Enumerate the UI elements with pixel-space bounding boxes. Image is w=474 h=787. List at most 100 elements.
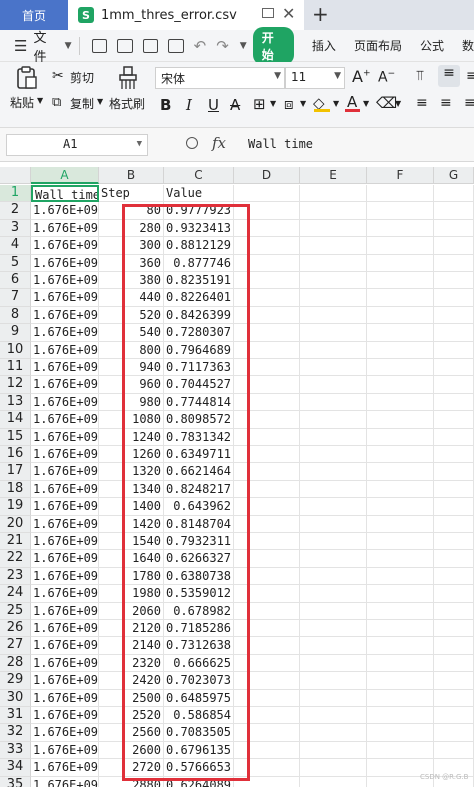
column-header-c[interactable]: C bbox=[164, 167, 234, 184]
cell-empty[interactable] bbox=[367, 672, 434, 690]
cell-empty[interactable] bbox=[434, 219, 474, 238]
cell-empty[interactable] bbox=[234, 272, 300, 290]
cell-empty[interactable] bbox=[434, 515, 474, 533]
cell-a[interactable]: 1.676E+09 bbox=[31, 480, 99, 499]
cell-empty[interactable] bbox=[234, 672, 300, 690]
cell-c[interactable]: 0.6621464 bbox=[164, 463, 234, 481]
cell-c[interactable]: 0.7280307 bbox=[164, 324, 234, 342]
cell-c[interactable]: 0.6485975 bbox=[164, 689, 234, 707]
cell-c[interactable]: 0.6264089 bbox=[164, 776, 234, 787]
tab-csv-file[interactable]: S 1mm_thres_error.csv ✕ bbox=[68, 0, 304, 30]
row-header[interactable]: 14 bbox=[0, 411, 31, 429]
chevron-down-icon[interactable]: ▼ bbox=[65, 41, 72, 51]
borders-icon[interactable]: ⊞ bbox=[253, 95, 266, 113]
cell-empty[interactable] bbox=[234, 376, 300, 394]
cell-empty[interactable] bbox=[300, 185, 367, 203]
cell-b[interactable]: 360 bbox=[99, 254, 164, 272]
cell-c[interactable]: 0.9323413 bbox=[164, 219, 234, 238]
column-header-b[interactable]: B bbox=[99, 167, 164, 184]
cell-empty[interactable] bbox=[300, 272, 367, 290]
cell-empty[interactable] bbox=[300, 376, 367, 394]
cell-empty[interactable] bbox=[367, 550, 434, 568]
cell-c[interactable]: 0.7312638 bbox=[164, 637, 234, 655]
cell-b[interactable]: 2140 bbox=[99, 637, 164, 655]
cell-empty[interactable] bbox=[434, 654, 474, 673]
cell-c[interactable]: 0.8248217 bbox=[164, 480, 234, 499]
cell-empty[interactable] bbox=[367, 359, 434, 377]
cell-b[interactable]: 1340 bbox=[99, 480, 164, 499]
cell-empty[interactable] bbox=[234, 776, 300, 787]
copy-dropdown-icon[interactable]: ▼ bbox=[97, 97, 103, 106]
cell-a[interactable]: 1.676E+09 bbox=[31, 428, 99, 446]
quick-access-more-icon[interactable]: ▼ bbox=[240, 41, 247, 51]
paste-icon[interactable] bbox=[16, 66, 38, 90]
chevron-down-icon[interactable]: ▼ bbox=[395, 99, 401, 108]
row-header[interactable]: 27 bbox=[0, 637, 31, 655]
cell-empty[interactable] bbox=[367, 341, 434, 359]
cell-empty[interactable] bbox=[434, 254, 474, 272]
cell-empty[interactable] bbox=[234, 237, 300, 255]
chevron-down-icon[interactable]: ▼ bbox=[270, 99, 276, 108]
cell-b[interactable]: 2880 bbox=[99, 776, 164, 787]
cell-b[interactable]: 980 bbox=[99, 393, 164, 412]
row-header[interactable]: 33 bbox=[0, 741, 31, 760]
row-header[interactable]: 21 bbox=[0, 533, 31, 551]
menu-formulas[interactable]: 公式 bbox=[420, 37, 444, 54]
cell-empty[interactable] bbox=[367, 741, 434, 760]
cell-c[interactable]: 0.7044527 bbox=[164, 376, 234, 394]
cell-empty[interactable] bbox=[234, 463, 300, 481]
cell-empty[interactable] bbox=[367, 602, 434, 620]
cell-empty[interactable] bbox=[367, 289, 434, 307]
cell-b[interactable]: 540 bbox=[99, 324, 164, 342]
cell-empty[interactable] bbox=[300, 446, 367, 464]
cell-a[interactable]: 1.676E+09 bbox=[31, 498, 99, 516]
cell-empty[interactable] bbox=[300, 759, 367, 777]
row-header[interactable]: 34 bbox=[0, 759, 31, 777]
cell-empty[interactable] bbox=[434, 498, 474, 516]
cell-b[interactable]: 380 bbox=[99, 272, 164, 290]
export-pdf-icon[interactable] bbox=[117, 38, 133, 53]
column-header-a[interactable]: A bbox=[31, 167, 99, 184]
cell-empty[interactable] bbox=[234, 446, 300, 464]
row-header[interactable]: 4 bbox=[0, 237, 31, 255]
row-header[interactable]: 5 bbox=[0, 254, 31, 272]
print-preview-icon[interactable] bbox=[168, 38, 184, 53]
cell-empty[interactable] bbox=[367, 254, 434, 272]
cell-b[interactable]: 2120 bbox=[99, 620, 164, 638]
row-header[interactable]: 31 bbox=[0, 707, 31, 725]
cell-c[interactable]: 0.7117363 bbox=[164, 359, 234, 377]
cell-empty[interactable] bbox=[367, 515, 434, 533]
undo-icon[interactable]: ↶ bbox=[194, 37, 207, 55]
cell-c[interactable]: 0.8426399 bbox=[164, 306, 234, 325]
grow-font-button[interactable]: A+ bbox=[352, 67, 371, 86]
cell-empty[interactable] bbox=[367, 324, 434, 342]
cell-b[interactable]: 1260 bbox=[99, 446, 164, 464]
cell-style-icon[interactable]: ⧈ bbox=[284, 95, 294, 113]
row-header[interactable]: 1 bbox=[0, 185, 31, 203]
cell-b[interactable]: 280 bbox=[99, 219, 164, 238]
cell-empty[interactable] bbox=[300, 324, 367, 342]
cell-empty[interactable] bbox=[234, 185, 300, 203]
copy-button[interactable]: 复制 bbox=[70, 95, 94, 112]
cell-a[interactable]: 1.676E+09 bbox=[31, 654, 99, 673]
cell-a[interactable]: 1.676E+09 bbox=[31, 567, 99, 586]
cell-empty[interactable] bbox=[434, 376, 474, 394]
font-family-select[interactable]: 宋体 ▼ bbox=[155, 67, 285, 89]
cell-c[interactable]: 0.8148704 bbox=[164, 515, 234, 533]
cell-a[interactable]: 1.676E+09 bbox=[31, 741, 99, 760]
cell-empty[interactable] bbox=[434, 393, 474, 412]
cell-a[interactable]: 1.676E+09 bbox=[31, 689, 99, 707]
row-header[interactable]: 23 bbox=[0, 567, 31, 586]
cell-a[interactable]: 1.676E+09 bbox=[31, 585, 99, 603]
cell-empty[interactable] bbox=[434, 463, 474, 481]
cell-a[interactable]: 1.676E+09 bbox=[31, 759, 99, 777]
cell-c[interactable]: 0.6349711 bbox=[164, 446, 234, 464]
cell-a[interactable]: 1.676E+09 bbox=[31, 359, 99, 377]
cell-empty[interactable] bbox=[434, 359, 474, 377]
chevron-down-icon[interactable]: ▼ bbox=[300, 99, 306, 108]
cell-empty[interactable] bbox=[300, 393, 367, 412]
cell-a[interactable]: 1.676E+09 bbox=[31, 515, 99, 533]
row-header[interactable]: 32 bbox=[0, 724, 31, 742]
cell-b[interactable]: 940 bbox=[99, 359, 164, 377]
italic-button[interactable]: I bbox=[186, 96, 192, 114]
